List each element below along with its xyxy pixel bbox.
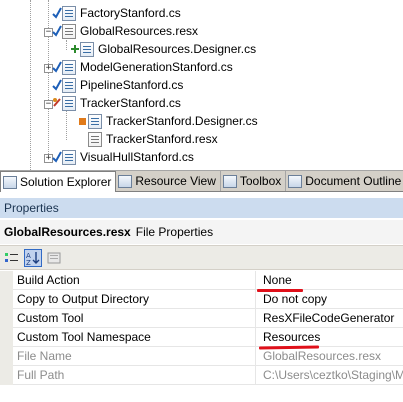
cs-file-icon: [62, 77, 76, 93]
cs-file-icon: [88, 113, 102, 129]
tree-item-label: FactoryStanford.cs: [80, 6, 181, 20]
tree-item-visualhull[interactable]: VisualHullStanford.cs: [52, 148, 194, 166]
tab-document-outline[interactable]: Document Outline: [286, 171, 403, 191]
categorized-button[interactable]: [3, 249, 21, 267]
property-value[interactable]: Resources: [263, 328, 403, 346]
row-margin: [0, 328, 13, 347]
row-margin: [0, 271, 13, 290]
property-value: GlobalResources.resx: [263, 349, 382, 363]
checked-in-icon: [52, 78, 62, 92]
tree-guide-line: [48, 0, 49, 160]
alphabetical-sort-icon: AZ: [26, 251, 40, 265]
property-row-full-path[interactable]: Full Path C:\Users\ceztko\Staging\M: [0, 366, 403, 385]
property-value[interactable]: ResXFileCodeGenerator: [263, 309, 403, 327]
tree-item-label: ModelGenerationStanford.cs: [80, 60, 233, 74]
tree-item-label: TrackerStanford.Designer.cs: [106, 114, 258, 128]
cs-file-icon: [62, 149, 76, 165]
selected-object-name: GlobalResources.resx: [4, 225, 131, 239]
solution-explorer-tree: FactoryStanford.cs − GlobalResources.res…: [0, 0, 403, 170]
resource-view-icon: [118, 174, 133, 188]
tree-item-globalresources-designer[interactable]: GlobalResources.Designer.cs: [70, 40, 256, 58]
cs-file-icon: [62, 95, 76, 111]
tree-guide-line: [30, 0, 31, 170]
tab-solution-explorer[interactable]: Solution Explorer: [0, 171, 117, 192]
tool-window-tabs: Solution Explorer Resource View Toolbox …: [0, 170, 403, 192]
tab-label: Toolbox: [239, 174, 282, 188]
property-value: C:\Users\ceztko\Staging\M: [263, 368, 403, 382]
checked-in-icon: [52, 150, 62, 164]
tab-resource-view[interactable]: Resource View: [116, 171, 221, 191]
property-name: Custom Tool: [17, 309, 256, 327]
annotation-underline: [257, 289, 303, 292]
cs-file-icon: [62, 5, 76, 21]
property-name: Copy to Output Directory: [17, 290, 256, 308]
tree-item-label: PipelineStanford.cs: [80, 78, 184, 92]
tab-label: Resource View: [135, 174, 216, 188]
checked-out-icon: [52, 96, 62, 110]
tree-item-label: VisualHullStanford.cs: [80, 150, 194, 164]
checked-in-icon: [52, 24, 62, 38]
tab-toolbox[interactable]: Toolbox: [221, 171, 287, 191]
pending-change-icon: [78, 114, 88, 128]
tree-guide-line: [66, 40, 67, 50]
properties-object-selector[interactable]: GlobalResources.resx File Properties: [0, 220, 403, 244]
property-row-custom-tool[interactable]: Custom Tool ResXFileCodeGenerator: [0, 309, 403, 328]
add-pending-icon: [70, 42, 80, 56]
properties-title-bar[interactable]: Properties: [0, 198, 403, 218]
resx-file-icon: [88, 131, 102, 147]
property-row-copy-to-output[interactable]: Copy to Output Directory Do not copy: [0, 290, 403, 309]
row-margin: [0, 347, 13, 366]
tree-item-modelgeneration[interactable]: ModelGenerationStanford.cs: [52, 58, 233, 76]
tree-item-label: TrackerStanford.resx: [106, 132, 218, 146]
checked-in-icon: [52, 60, 62, 74]
alphabetical-button[interactable]: AZ: [24, 248, 42, 267]
property-value[interactable]: Do not copy: [263, 290, 403, 308]
tree-item-label: GlobalResources.resx: [80, 24, 199, 38]
tree-item-globalresources-resx[interactable]: GlobalResources.resx: [52, 22, 198, 40]
property-row-file-name[interactable]: File Name GlobalResources.resx: [0, 347, 403, 366]
selected-object-type: File Properties: [135, 225, 214, 239]
property-name: Custom Tool Namespace: [17, 328, 256, 346]
property-name: File Name: [17, 347, 256, 365]
tree-guide-line: [66, 110, 67, 140]
tree-item-pipelinestanford[interactable]: PipelineStanford.cs: [52, 76, 183, 94]
toolbox-icon: [222, 174, 237, 188]
tree-item-label: TrackerStanford.cs: [80, 96, 181, 110]
tree-item-trackerstanford-designer[interactable]: TrackerStanford.Designer.cs: [78, 112, 258, 130]
svg-text:Z: Z: [26, 259, 31, 265]
property-pages-button[interactable]: [45, 249, 63, 267]
properties-title: Properties: [4, 201, 59, 215]
solution-explorer-icon: [3, 175, 17, 189]
checked-in-icon: [52, 6, 62, 20]
property-pages-icon: [47, 252, 61, 263]
tree-item-factorystanford[interactable]: FactoryStanford.cs: [52, 4, 181, 22]
tab-label: Document Outline: [305, 174, 402, 188]
row-margin: [0, 366, 13, 385]
properties-toolbar: AZ: [0, 245, 403, 270]
cs-file-icon: [80, 41, 94, 57]
tab-label: Solution Explorer: [20, 175, 112, 189]
property-name: Full Path: [17, 366, 256, 384]
property-row-custom-tool-namespace[interactable]: Custom Tool Namespace Resources: [0, 328, 403, 347]
row-margin: [0, 290, 13, 309]
property-name: Build Action: [17, 271, 256, 289]
tree-item-trackerstanford[interactable]: TrackerStanford.cs: [52, 94, 181, 112]
document-outline-icon: [288, 174, 303, 188]
property-grid: Build Action None Copy to Output Directo…: [0, 271, 403, 402]
row-margin: [0, 309, 13, 328]
property-value[interactable]: None: [263, 271, 403, 289]
categorized-icon: [5, 252, 18, 262]
property-row-build-action[interactable]: Build Action None: [0, 271, 403, 290]
tree-item-label: GlobalResources.Designer.cs: [98, 42, 257, 56]
resx-file-icon: [62, 23, 76, 39]
cs-file-icon: [62, 59, 76, 75]
tree-item-trackerstanford-resx[interactable]: TrackerStanford.resx: [88, 130, 218, 148]
